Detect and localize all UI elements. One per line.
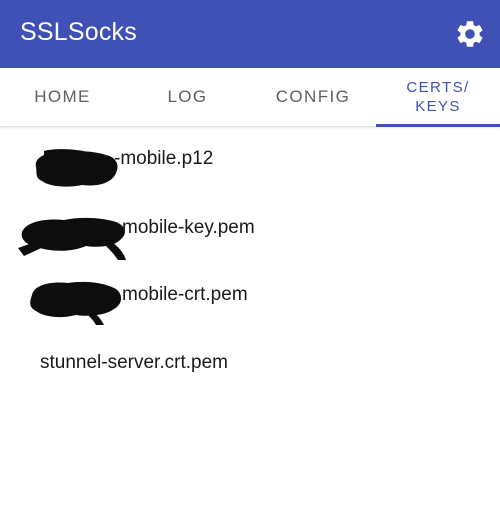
list-item[interactable]: -mobile.p12 bbox=[0, 127, 500, 193]
app-title: SSLSocks bbox=[20, 18, 137, 46]
file-name: stunnel-server.crt.pem bbox=[40, 352, 228, 373]
tab-certs-keys-label-line1: CERTS/ bbox=[406, 79, 470, 96]
tab-log-label: LOG bbox=[167, 87, 208, 106]
file-name: -mobile.p12 bbox=[114, 148, 214, 169]
tab-certs-keys-label-line2: KEYS bbox=[415, 98, 461, 115]
file-name: mobile-key.pem bbox=[122, 217, 255, 238]
tab-home-label: HOME bbox=[34, 87, 91, 106]
tab-config[interactable]: CONFIG bbox=[250, 68, 376, 126]
list-item[interactable]: mobile-crt.pem bbox=[0, 263, 500, 329]
file-name: mobile-crt.pem bbox=[122, 284, 248, 305]
list-item[interactable]: mobile-key.pem bbox=[0, 196, 500, 262]
tab-home[interactable]: HOME bbox=[0, 68, 125, 126]
tab-config-label: CONFIG bbox=[275, 87, 351, 106]
settings-button[interactable] bbox=[454, 18, 486, 50]
app-bar: SSLSocks bbox=[0, 0, 500, 68]
tab-bar: HOME LOG CONFIG CERTS/ KEYS bbox=[0, 68, 500, 127]
redaction-mark bbox=[35, 149, 118, 187]
redaction-mark bbox=[18, 217, 126, 260]
redaction-mark bbox=[30, 281, 122, 325]
tab-log[interactable]: LOG bbox=[125, 68, 250, 126]
gear-icon bbox=[457, 21, 483, 47]
tab-certs-keys[interactable]: CERTS/ KEYS bbox=[376, 68, 500, 126]
list-item[interactable]: stunnel-server.crt.pem bbox=[0, 331, 500, 397]
